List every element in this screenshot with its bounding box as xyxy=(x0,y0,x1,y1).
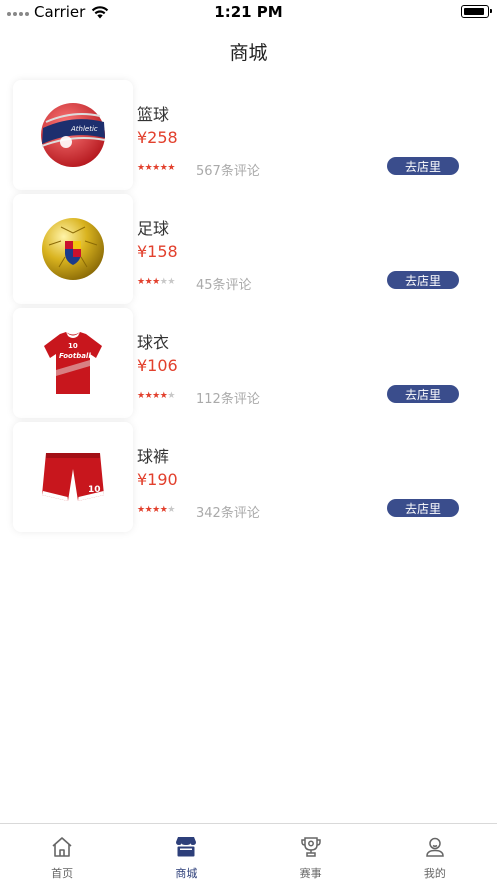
product-thumbnail[interactable]: 10 Football xyxy=(13,308,133,418)
star-icon: ★ xyxy=(137,163,145,173)
star-icon: ★ xyxy=(167,277,175,287)
tab-profile[interactable]: 我的 xyxy=(373,824,497,883)
rating-stars: ★★★★★ xyxy=(137,163,175,173)
jersey-image: 10 Football xyxy=(23,313,123,413)
trophy-icon xyxy=(298,834,324,860)
product-name: 球裤 xyxy=(137,447,170,466)
store-icon xyxy=(173,834,199,860)
star-icon: ★ xyxy=(152,505,160,515)
shorts-image: 10 xyxy=(23,427,123,527)
review-count: 342条评论 xyxy=(196,506,260,521)
review-count: 112条评论 xyxy=(196,392,260,407)
svg-text:Football: Football xyxy=(59,352,91,360)
rating-stars: ★★★★★ xyxy=(137,277,175,287)
home-icon xyxy=(49,834,75,860)
product-price: ¥258 xyxy=(137,128,178,147)
star-icon: ★ xyxy=(167,505,175,515)
star-icon: ★ xyxy=(137,391,145,401)
product-name: 篮球 xyxy=(137,105,170,124)
status-time: 1:21 PM xyxy=(214,3,283,21)
rating-stars: ★★★★★ xyxy=(137,505,175,515)
star-icon: ★ xyxy=(167,163,175,173)
battery-icon xyxy=(461,5,492,18)
product-list[interactable]: Athletic 篮球 ¥258 ★ ★ ★ ★ ★ 567条评论 去店里 足球 ¥15… xyxy=(0,80,497,536)
review-count: 567条评论 xyxy=(196,164,260,179)
page-title: 商城 xyxy=(229,42,268,64)
star-icon: ★ xyxy=(152,391,160,401)
tab-events[interactable]: 赛事 xyxy=(249,824,373,883)
product-item[interactable]: 10 Football 球衣 ¥106 ★★★★★ 112条评论 去店里 xyxy=(0,308,497,422)
svg-text:Athletic: Athletic xyxy=(70,125,98,133)
product-thumbnail[interactable]: 10 xyxy=(13,422,133,532)
go-to-store-button[interactable]: 去店里 xyxy=(387,499,459,517)
basketball-image: Athletic xyxy=(23,85,123,185)
product-price: ¥106 xyxy=(137,356,178,375)
football-image xyxy=(23,199,123,299)
product-price: ¥158 xyxy=(137,242,178,261)
tab-events-label: 赛事 xyxy=(299,867,322,880)
tab-home[interactable]: 首页 xyxy=(0,824,124,883)
tab-profile-label: 我的 xyxy=(423,867,446,880)
star-icon: ★ xyxy=(167,391,175,401)
product-thumbnail[interactable] xyxy=(13,194,133,304)
star-icon: ★ xyxy=(152,163,160,173)
tab-store[interactable]: 商城 xyxy=(124,824,248,883)
go-to-store-button[interactable]: 去店里 xyxy=(387,271,459,289)
product-name: 球衣 xyxy=(137,333,170,352)
star-icon: ★ xyxy=(152,277,160,287)
svg-text:10: 10 xyxy=(88,485,101,495)
review-count: 45条评论 xyxy=(196,278,252,293)
star-icon: ★ xyxy=(137,277,145,287)
star-icon: ★ xyxy=(137,505,145,515)
user-icon xyxy=(422,834,448,860)
product-price: ¥190 xyxy=(137,470,178,489)
svg-text:10: 10 xyxy=(68,342,78,350)
rating-stars: ★★★★★ xyxy=(137,391,175,401)
product-item[interactable]: 10 球裤 ¥190 ★★★★★ 342条评论 去店里 xyxy=(0,422,497,536)
product-name: 足球 xyxy=(137,219,170,238)
go-to-store-button[interactable]: 去店里 xyxy=(387,385,459,403)
go-to-store-button[interactable]: 去店里 xyxy=(387,157,459,175)
status-bar: Carrier 1:21 PM xyxy=(0,0,497,24)
tab-home-label: 首页 xyxy=(51,867,74,880)
product-thumbnail[interactable]: Athletic xyxy=(13,80,133,190)
tab-bar: 首页 商城 赛事 我的 xyxy=(0,823,497,883)
product-item[interactable]: Athletic 篮球 ¥258 ★★★★★ 567条评论 去店里 xyxy=(0,80,497,194)
tab-store-label: 商城 xyxy=(175,867,198,880)
product-item[interactable]: 足球 ¥158 ★★★★★ 45条评论 去店里 xyxy=(0,194,497,308)
